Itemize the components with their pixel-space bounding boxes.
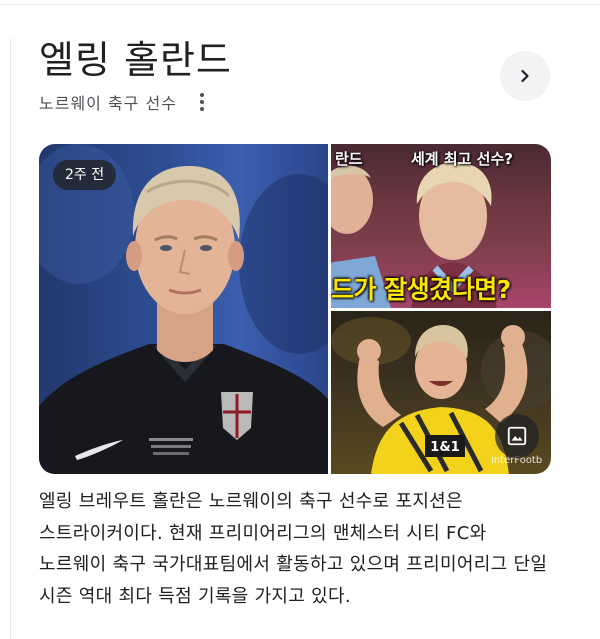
overlay-text-left: 란드 (335, 150, 363, 168)
image-icon (507, 426, 527, 446)
time-badge: 2주 전 (53, 160, 117, 190)
entity-description: 엘링 브레우트 홀란은 노르웨이의 축구 선수로 포지션은 스트라이커이다. 현… (39, 491, 548, 607)
left-divider (10, 38, 11, 639)
more-vert-icon[interactable] (191, 90, 213, 114)
entity-subtitle: 노르웨이 축구 선수 (39, 94, 177, 113)
entity-title: 엘링 홀란드 (39, 38, 232, 82)
jersey-sponsor-text: 1&1 (430, 440, 459, 455)
main-image[interactable]: 2주 전 (39, 144, 328, 474)
thumbnail-top-right[interactable]: 란드 세계 최고 선수? 드가 잘생겼다면? (331, 144, 551, 308)
image-gallery: 2주 전 란드 세계 최고 선수? 드가 잘생겼다면? 1&1 interFoo… (39, 144, 551, 474)
player-portrait-illustration (39, 144, 328, 474)
overlay-text-right: 세계 최고 선수? (411, 150, 513, 168)
next-button[interactable] (500, 51, 550, 101)
image-gallery-button[interactable] (495, 414, 539, 458)
subtitle-row: 노르웨이 축구 선수 (39, 90, 213, 114)
thumbnail-bottom-right[interactable]: 1&1 interFootb (331, 311, 551, 474)
overlay-text-bottom: 드가 잘생겼다면? (331, 275, 511, 304)
chevron-right-icon (521, 69, 529, 83)
top-divider (0, 4, 600, 5)
